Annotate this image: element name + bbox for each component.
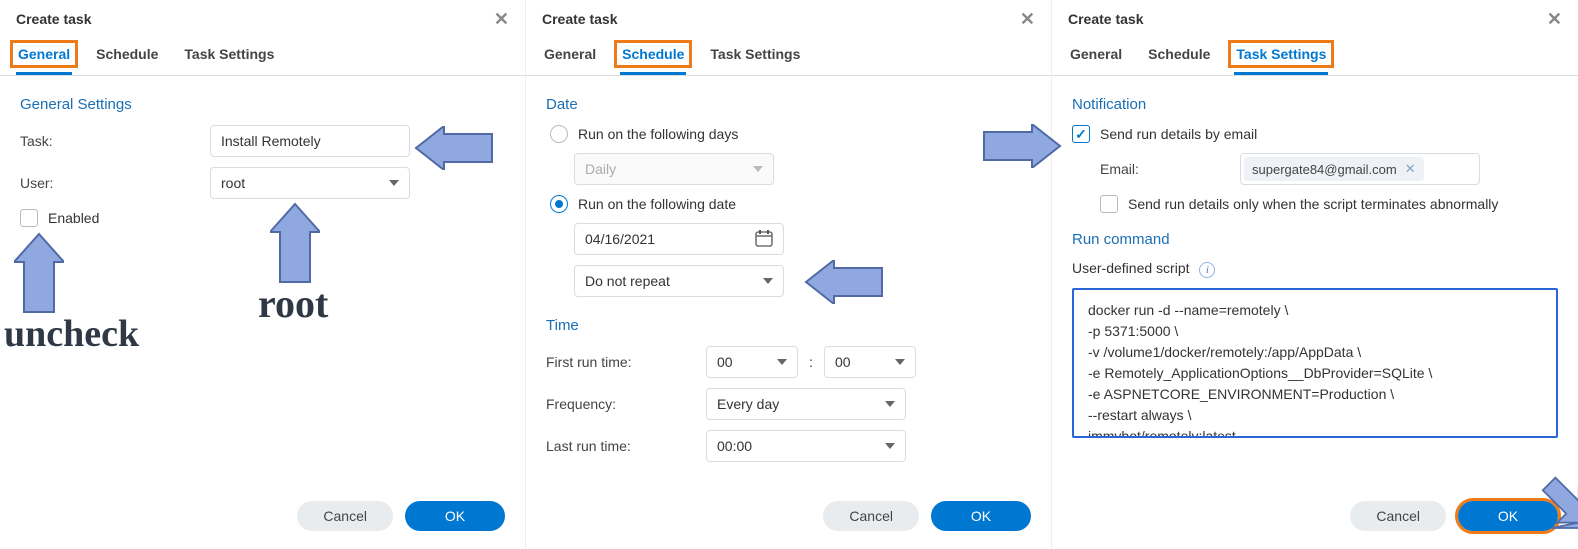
script-label: User-defined script	[1072, 260, 1190, 276]
repeat-select[interactable]: Do not repeat	[574, 265, 784, 297]
last-run-value: 00:00	[717, 438, 752, 454]
checkbox-icon	[1072, 125, 1090, 143]
titlebar: Create task ✕	[526, 0, 1051, 34]
task-input[interactable]	[210, 125, 410, 157]
frequency-value: Every day	[717, 396, 779, 412]
daily-select: Daily	[574, 153, 774, 185]
dialog-task-settings: Create task ✕ General Schedule Task Sett…	[1052, 0, 1578, 549]
window-title: Create task	[1068, 11, 1144, 27]
tab-general[interactable]: General	[542, 38, 598, 75]
tabs: General Schedule Task Settings	[0, 34, 525, 76]
remove-chip-icon[interactable]: ✕	[1405, 161, 1416, 177]
tab-schedule[interactable]: Schedule	[1146, 38, 1212, 75]
user-label: User:	[20, 175, 210, 191]
tab-general[interactable]: General	[16, 38, 72, 75]
email-value: supergate84@gmail.com	[1252, 162, 1397, 177]
tab-general[interactable]: General	[1068, 38, 1124, 75]
radio-run-days[interactable]: Run on the following days	[550, 125, 1031, 143]
date-input[interactable]: 04/16/2021	[574, 223, 784, 255]
send-email-checkbox[interactable]: Send run details by email	[1072, 125, 1558, 143]
chevron-down-icon	[777, 359, 787, 365]
checkbox-icon	[1100, 195, 1118, 213]
chevron-down-icon	[763, 278, 773, 284]
titlebar: Create task ✕	[0, 0, 525, 34]
section-general-settings: General Settings	[20, 96, 505, 113]
tab-task-settings[interactable]: Task Settings	[182, 38, 276, 75]
email-chip: supergate84@gmail.com ✕	[1244, 157, 1424, 181]
minute-select[interactable]: 00	[824, 346, 916, 378]
frequency-label: Frequency:	[546, 396, 706, 412]
tab-schedule[interactable]: Schedule	[620, 38, 686, 75]
tab-task-settings[interactable]: Task Settings	[708, 38, 802, 75]
send-email-label: Send run details by email	[1100, 126, 1257, 142]
close-icon[interactable]: ✕	[494, 10, 509, 28]
tab-schedule[interactable]: Schedule	[94, 38, 160, 75]
daily-select-value: Daily	[585, 161, 616, 177]
cancel-button[interactable]: Cancel	[297, 501, 393, 531]
radio-run-days-label: Run on the following days	[578, 126, 738, 142]
user-select-value: root	[221, 175, 245, 191]
titlebar: Create task ✕	[1052, 0, 1578, 34]
close-icon[interactable]: ✕	[1547, 10, 1562, 28]
section-date: Date	[546, 96, 1031, 113]
abnormal-label: Send run details only when the script te…	[1128, 196, 1498, 212]
chevron-down-icon	[753, 166, 763, 172]
abnormal-checkbox[interactable]: Send run details only when the script te…	[1100, 195, 1558, 213]
chevron-down-icon	[895, 359, 905, 365]
last-run-label: Last run time:	[546, 438, 706, 454]
cancel-button[interactable]: Cancel	[823, 501, 919, 531]
section-run-command: Run command	[1072, 231, 1558, 248]
window-title: Create task	[542, 11, 618, 27]
enabled-checkbox[interactable]: Enabled	[20, 209, 505, 227]
chevron-down-icon	[885, 401, 895, 407]
tabs: General Schedule Task Settings	[526, 34, 1051, 76]
date-value: 04/16/2021	[585, 231, 655, 247]
script-label-row: User-defined script i	[1072, 260, 1558, 278]
info-icon[interactable]: i	[1199, 262, 1215, 278]
hour-value: 00	[717, 354, 733, 370]
cancel-button[interactable]: Cancel	[1350, 501, 1446, 531]
checkbox-icon	[20, 209, 38, 227]
close-icon[interactable]: ✕	[1020, 10, 1035, 28]
repeat-value: Do not repeat	[585, 273, 670, 289]
tab-task-settings[interactable]: Task Settings	[1234, 38, 1328, 75]
ok-button[interactable]: OK	[405, 501, 505, 531]
first-run-label: First run time:	[546, 354, 706, 370]
chevron-down-icon	[389, 180, 399, 186]
task-label: Task:	[20, 133, 210, 149]
hour-select[interactable]: 00	[706, 346, 798, 378]
last-run-select[interactable]: 00:00	[706, 430, 906, 462]
section-time: Time	[546, 317, 1031, 334]
section-notification: Notification	[1072, 96, 1558, 113]
user-select[interactable]: root	[210, 167, 410, 199]
email-label: Email:	[1100, 161, 1240, 177]
time-colon: :	[806, 354, 816, 370]
radio-icon	[550, 125, 568, 143]
script-textarea[interactable]: docker run -d --name=remotely \ -p 5371:…	[1072, 288, 1558, 438]
frequency-select[interactable]: Every day	[706, 388, 906, 420]
ok-button[interactable]: OK	[931, 501, 1031, 531]
radio-icon	[550, 195, 568, 213]
tabs: General Schedule Task Settings	[1052, 34, 1578, 76]
radio-run-date-label: Run on the following date	[578, 196, 736, 212]
enabled-label: Enabled	[48, 210, 99, 226]
window-title: Create task	[16, 11, 92, 27]
chevron-down-icon	[885, 443, 895, 449]
ok-button[interactable]: OK	[1458, 501, 1558, 531]
dialog-general: Create task ✕ General Schedule Task Sett…	[0, 0, 526, 549]
minute-value: 00	[835, 354, 851, 370]
calendar-icon	[755, 229, 773, 250]
radio-run-date[interactable]: Run on the following date	[550, 195, 1031, 213]
dialog-schedule: Create task ✕ General Schedule Task Sett…	[526, 0, 1052, 549]
email-input[interactable]: supergate84@gmail.com ✕	[1240, 153, 1480, 185]
